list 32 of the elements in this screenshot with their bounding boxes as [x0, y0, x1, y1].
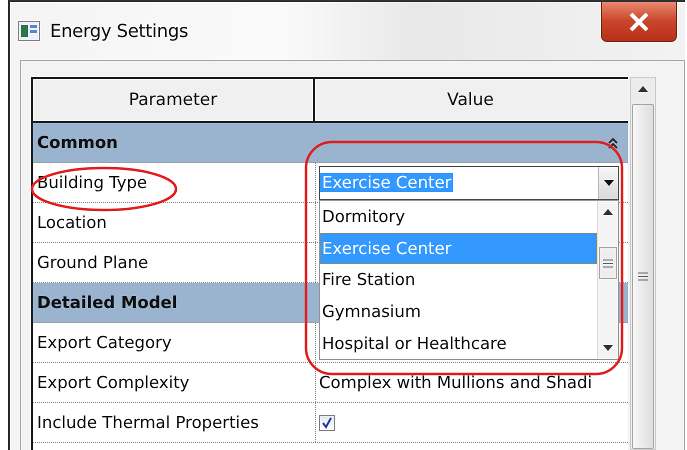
category-label: Common [37, 133, 118, 152]
collapse-icon[interactable] [608, 136, 618, 148]
grip-icon [603, 258, 613, 268]
close-button[interactable] [601, 2, 677, 42]
parameter-label: Include Thermal Properties [37, 413, 259, 432]
category-label: Detailed Model [37, 293, 178, 312]
parameter-label: Export Complexity [37, 373, 190, 392]
dropdown-option[interactable]: Hospital or Healthcare [320, 327, 597, 359]
dropdown-option[interactable]: Dormitory [320, 201, 597, 233]
window-icon [18, 21, 40, 41]
dropdown-option[interactable]: Fire Station [320, 264, 597, 296]
value-text: Complex with Mullions and Shadi [319, 373, 592, 392]
checkbox[interactable] [319, 414, 335, 430]
parameter-label: Building Type [37, 173, 148, 192]
scroll-thumb[interactable] [632, 104, 654, 449]
column-header[interactable]: Parameter [33, 79, 315, 121]
parameter-label: Export Category [37, 333, 172, 352]
dropdown-option[interactable]: Gymnasium [320, 296, 597, 328]
scroll-up-icon[interactable] [638, 86, 648, 92]
parameter-label: Location [37, 213, 107, 232]
select-value: Exercise Center [320, 173, 454, 192]
caret-icon [604, 180, 614, 186]
scroll-up-icon[interactable] [603, 209, 613, 215]
scroll-thumb[interactable] [599, 247, 617, 279]
window-title: Energy Settings [50, 20, 188, 42]
grip-icon [638, 272, 648, 281]
parameter-label: Ground Plane [37, 253, 148, 272]
scroll-down-icon[interactable] [603, 345, 613, 351]
scrollbar[interactable] [630, 77, 656, 450]
dropdown-button[interactable] [598, 166, 618, 198]
column-header[interactable]: Value [315, 79, 626, 121]
close-icon [627, 10, 651, 32]
